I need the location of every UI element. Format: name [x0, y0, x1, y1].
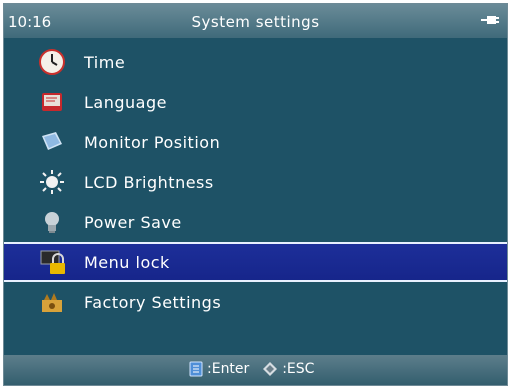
enter-key-icon	[189, 361, 203, 377]
language-book-icon	[42, 93, 62, 111]
menu-item-time[interactable]: Time	[4, 42, 507, 82]
menu-item-label: LCD Brightness	[84, 173, 214, 192]
factory-reset-icon	[42, 293, 62, 312]
menu-item-language[interactable]: Language	[4, 82, 507, 122]
menu-item-label: Factory Settings	[84, 293, 222, 312]
menu-item-menu-lock[interactable]: Menu lock	[4, 242, 507, 282]
lightbulb-icon	[45, 212, 59, 233]
directional-pad-icon	[262, 362, 277, 376]
menu-item-label: Menu lock	[84, 253, 170, 272]
menu-item-label: Language	[84, 93, 167, 112]
settings-menu: Time Language Monitor Position LCD Brigh…	[4, 42, 507, 322]
menu-item-power-save[interactable]: Power Save	[4, 202, 507, 242]
esc-hint: :ESC	[282, 361, 315, 377]
page-title: System settings	[191, 13, 320, 31]
brightness-sun-icon	[40, 170, 64, 194]
padlock-icon	[40, 250, 65, 274]
title-bar: 10:16 System settings	[4, 4, 507, 38]
power-plug-icon	[481, 16, 499, 24]
menu-item-label: Power Save	[84, 213, 182, 232]
enter-hint: :Enter	[207, 361, 250, 377]
clock-icon	[39, 49, 65, 75]
help-bar: :Enter :ESC	[4, 355, 507, 385]
menu-item-monitor-position[interactable]: Monitor Position	[4, 122, 507, 162]
menu-item-label: Monitor Position	[84, 133, 221, 152]
menu-item-label: Time	[84, 53, 126, 72]
menu-item-lcd-brightness[interactable]: LCD Brightness	[4, 162, 507, 202]
menu-item-factory-settings[interactable]: Factory Settings	[4, 282, 507, 322]
system-settings-screen: 10:16 System settings Time Language Moni…	[3, 3, 508, 386]
monitor-position-icon	[42, 132, 62, 150]
